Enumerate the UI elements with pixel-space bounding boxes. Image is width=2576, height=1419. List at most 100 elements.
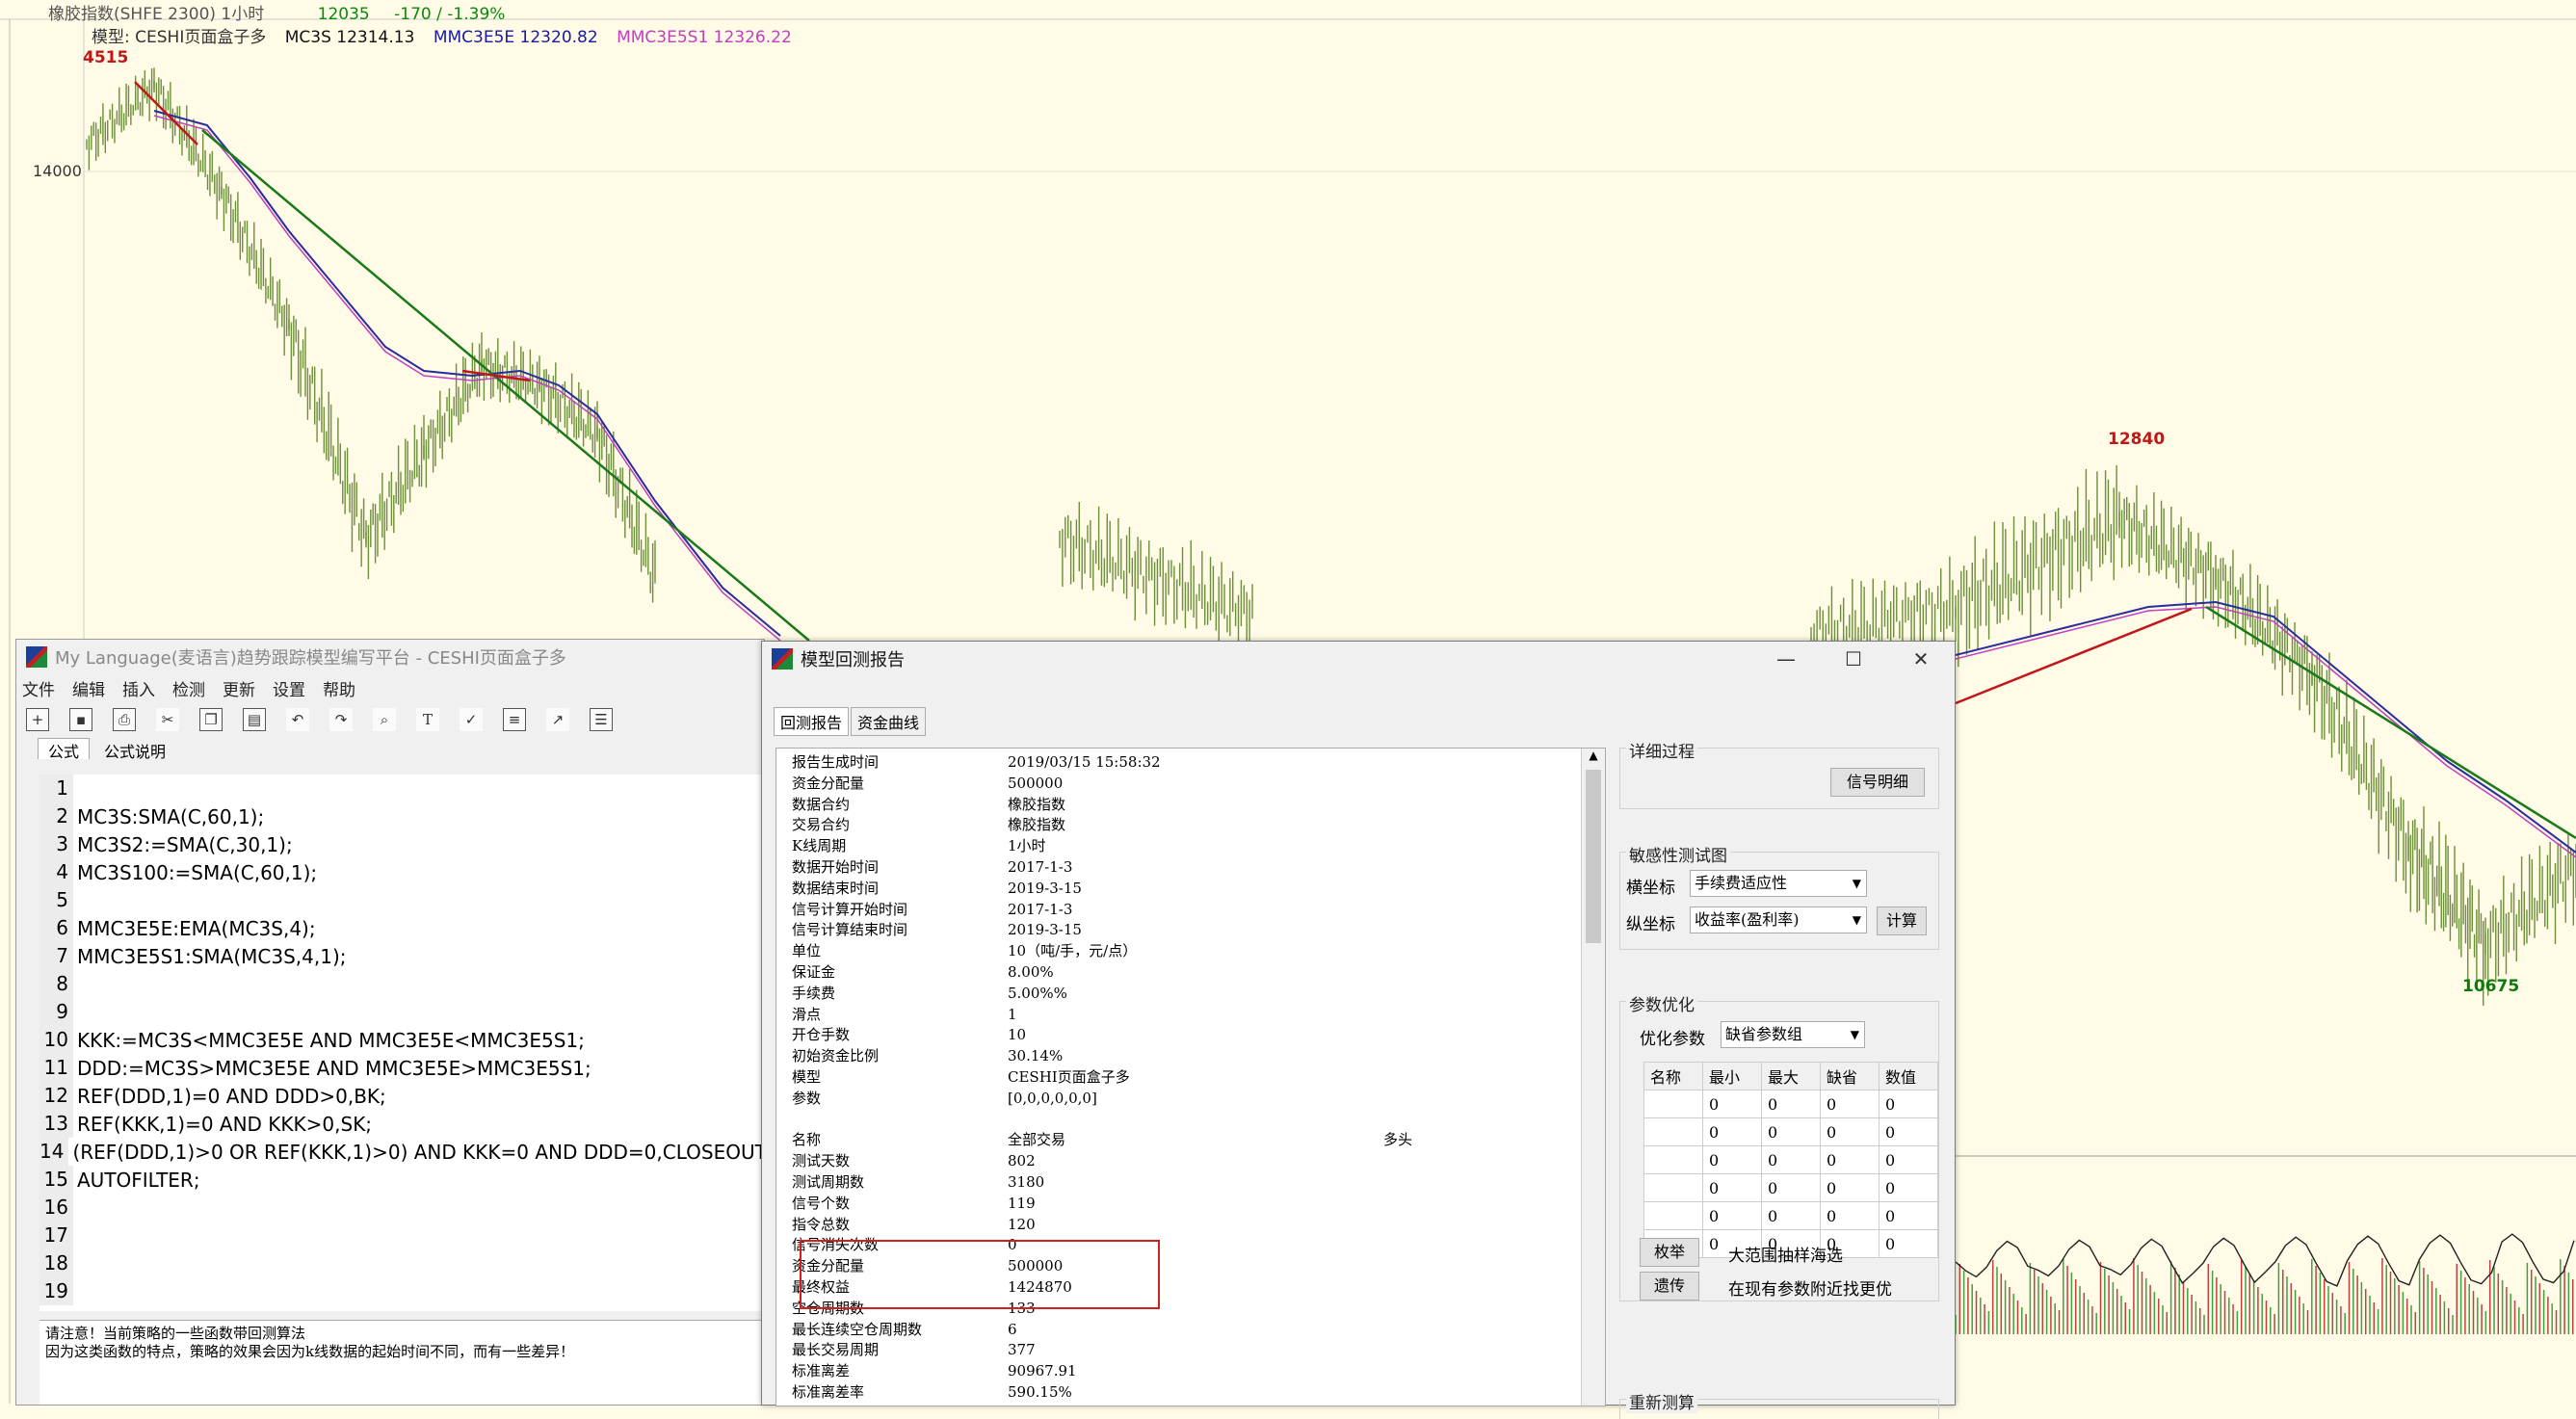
param-row[interactable]: 0000 (1643, 1090, 1938, 1118)
document-icon[interactable]: ☰ (590, 708, 613, 731)
maximize-icon[interactable]: ☐ (1820, 642, 1887, 676)
code-text[interactable]: REF(KKK,1)=0 AND KKK>0,SK; (73, 1113, 372, 1136)
text-icon[interactable]: T (416, 708, 439, 731)
param-cell[interactable]: 0 (1820, 1145, 1879, 1174)
menu-help[interactable]: 帮助 (323, 676, 355, 700)
code-text[interactable]: KKK:=MC3S<MMC3E5E AND MMC3E5E<MMC3E5S1; (73, 1029, 585, 1052)
param-row[interactable]: 0000 (1643, 1201, 1938, 1230)
cut-icon[interactable]: ✂ (156, 708, 179, 731)
param-cell[interactable]: 0 (1761, 1090, 1821, 1118)
param-cell[interactable] (1643, 1117, 1703, 1146)
tab-report[interactable]: 回测报告 (774, 707, 850, 736)
param-cell[interactable]: 0 (1820, 1173, 1879, 1202)
param-cell[interactable]: 0 (1702, 1173, 1762, 1202)
close-icon[interactable]: ✕ (1887, 642, 1955, 676)
param-cell[interactable]: 0 (1879, 1173, 1938, 1202)
undo-icon[interactable]: ↶ (286, 708, 309, 731)
param-cell[interactable]: 0 (1761, 1117, 1821, 1146)
param-cell[interactable]: 0 (1879, 1117, 1938, 1146)
code-line[interactable]: 15 AUTOFILTER; (39, 1166, 772, 1194)
param-cell[interactable] (1643, 1145, 1703, 1174)
param-cell[interactable]: 0 (1702, 1201, 1762, 1230)
editor-title-bar[interactable]: My Language(麦语言)趋势跟踪模型编写平台 - CESHI页面盒子多 (16, 640, 764, 674)
chart-icon[interactable]: ↗ (546, 708, 569, 731)
code-line[interactable]: 17 (39, 1222, 772, 1249)
param-row[interactable]: 0000 (1643, 1173, 1938, 1202)
code-line[interactable]: 9 (39, 998, 772, 1026)
calculate-button[interactable]: 计算 (1877, 907, 1927, 935)
code-line[interactable]: 14 (REF(DDD,1)>0 OR REF(KKK,1)>0) AND KKK… (39, 1138, 774, 1166)
param-cell[interactable] (1643, 1173, 1703, 1202)
save-icon[interactable]: ▪ (69, 708, 92, 731)
param-cell[interactable]: 0 (1820, 1201, 1879, 1230)
param-cell[interactable]: 0 (1761, 1145, 1821, 1174)
code-line[interactable]: 16 (39, 1194, 772, 1222)
enumerate-button[interactable]: 枚举 (1640, 1238, 1699, 1267)
report-content[interactable]: 报告生成时间 2019/03/15 15:58:32 资金分配量 500000 数据合约… (775, 748, 1606, 1406)
code-text[interactable]: MMC3E5S1:SMA(MC3S,4,1); (73, 945, 347, 968)
code-text[interactable]: MC3S2:=SMA(C,30,1); (73, 833, 293, 856)
x-axis-select[interactable]: 手续费适应性 ▼ (1690, 870, 1867, 897)
menu-check[interactable]: 检测 (172, 676, 205, 700)
param-cell[interactable]: 0 (1702, 1117, 1762, 1146)
formula-editor-window[interactable]: My Language(麦语言)趋势跟踪模型编写平台 - CESHI页面盒子多 … (15, 639, 774, 1406)
code-text[interactable]: AUTOFILTER; (73, 1169, 200, 1192)
tab-equity-curve[interactable]: 资金曲线 (851, 707, 927, 736)
param-cell[interactable]: 0 (1879, 1145, 1938, 1174)
scroll-up-icon[interactable]: ▲ (1582, 749, 1605, 762)
code-line[interactable]: 18 (39, 1249, 772, 1277)
code-text[interactable]: MC3S100:=SMA(C,60,1); (73, 861, 317, 884)
copy-icon[interactable]: ❐ (199, 708, 223, 731)
search-icon[interactable]: ⌕ (373, 708, 396, 731)
code-line[interactable]: 6 MMC3E5E:EMA(MC3S,4); (39, 914, 772, 942)
param-cell[interactable] (1643, 1201, 1703, 1230)
param-row[interactable]: 0000 (1643, 1145, 1938, 1174)
menu-insert[interactable]: 插入 (122, 676, 155, 700)
param-cell[interactable] (1643, 1090, 1703, 1118)
code-line[interactable]: 10 KKK:=MC3S<MMC3E5E AND MMC3E5E<MMC3E5S1… (39, 1026, 772, 1054)
param-cell[interactable]: 0 (1879, 1229, 1938, 1258)
code-line[interactable]: 2 MC3S:SMA(C,60,1); (39, 802, 772, 830)
code-line[interactable]: 11 DDD:=MC3S>MMC3E5E AND MMC3E5E>MMC3E5S1… (39, 1054, 772, 1082)
code-line[interactable]: 19 (39, 1277, 772, 1305)
code-text[interactable]: MMC3E5E:EMA(MC3S,4); (73, 917, 316, 940)
genetic-button[interactable]: 遗传 (1640, 1272, 1699, 1301)
code-text[interactable]: MC3S:SMA(C,60,1); (73, 805, 264, 828)
spellcheck-icon[interactable]: ✓ (460, 708, 483, 731)
redo-icon[interactable]: ↷ (329, 708, 353, 731)
code-text[interactable]: DDD:=MC3S>MMC3E5E AND MMC3E5E>MMC3E5S1; (73, 1057, 591, 1080)
tab-formula[interactable]: 公式 (38, 738, 91, 761)
paste-icon[interactable]: ▤ (243, 708, 266, 731)
print-icon[interactable]: ⎙ (113, 708, 136, 731)
compile-icon[interactable]: ≡ (503, 708, 526, 731)
y-axis-select[interactable]: 收益率(盈利率) ▼ (1690, 907, 1867, 933)
code-line[interactable]: 4 MC3S100:=SMA(C,60,1); (39, 858, 772, 886)
code-line[interactable]: 1 (39, 775, 772, 802)
code-text[interactable]: (REF(DDD,1)>0 OR REF(KKK,1)>0) AND KKK=0… (68, 1141, 773, 1164)
code-area[interactable]: 1 2 MC3S:SMA(C,60,1); 3 MC3S2:=SMA(C,30,1); 4… (39, 775, 774, 1311)
code-text[interactable]: REF(DDD,1)=0 AND DDD>0,BK; (73, 1085, 386, 1108)
param-cell[interactable]: 0 (1761, 1201, 1821, 1230)
menu-file[interactable]: 文件 (22, 676, 55, 700)
param-cell[interactable]: 0 (1761, 1173, 1821, 1202)
code-line[interactable]: 3 MC3S2:=SMA(C,30,1); (39, 830, 772, 858)
backtest-report-dialog[interactable]: 模型回测报告 — ☐ ✕ 回测报告 资金曲线 报告生成时间 2019/03/15 … (761, 641, 1956, 1419)
optimize-param-select[interactable]: 缺省参数组 ▼ (1721, 1021, 1865, 1048)
param-cell[interactable]: 0 (1879, 1201, 1938, 1230)
menu-update[interactable]: 更新 (223, 676, 255, 700)
code-line[interactable]: 8 (39, 970, 772, 998)
scroll-thumb[interactable] (1586, 770, 1601, 943)
param-cell[interactable]: 0 (1820, 1090, 1879, 1118)
param-cell[interactable]: 0 (1702, 1145, 1762, 1174)
report-scrollbar[interactable]: ▲ (1581, 749, 1605, 1406)
param-cell[interactable]: 0 (1820, 1117, 1879, 1146)
param-table[interactable]: 名称 最小 最大 缺省 数值 000000000000000000000000 (1643, 1062, 1938, 1258)
code-line[interactable]: 7 MMC3E5S1:SMA(MC3S,4,1); (39, 942, 772, 970)
menu-settings[interactable]: 设置 (273, 676, 305, 700)
param-row[interactable]: 0000 (1643, 1117, 1938, 1146)
menu-edit[interactable]: 编辑 (72, 676, 105, 700)
param-cell[interactable]: 0 (1702, 1090, 1762, 1118)
minimize-icon[interactable]: — (1752, 642, 1820, 676)
signal-detail-button[interactable]: 信号明细 (1830, 768, 1925, 797)
new-file-icon[interactable]: + (26, 708, 49, 731)
